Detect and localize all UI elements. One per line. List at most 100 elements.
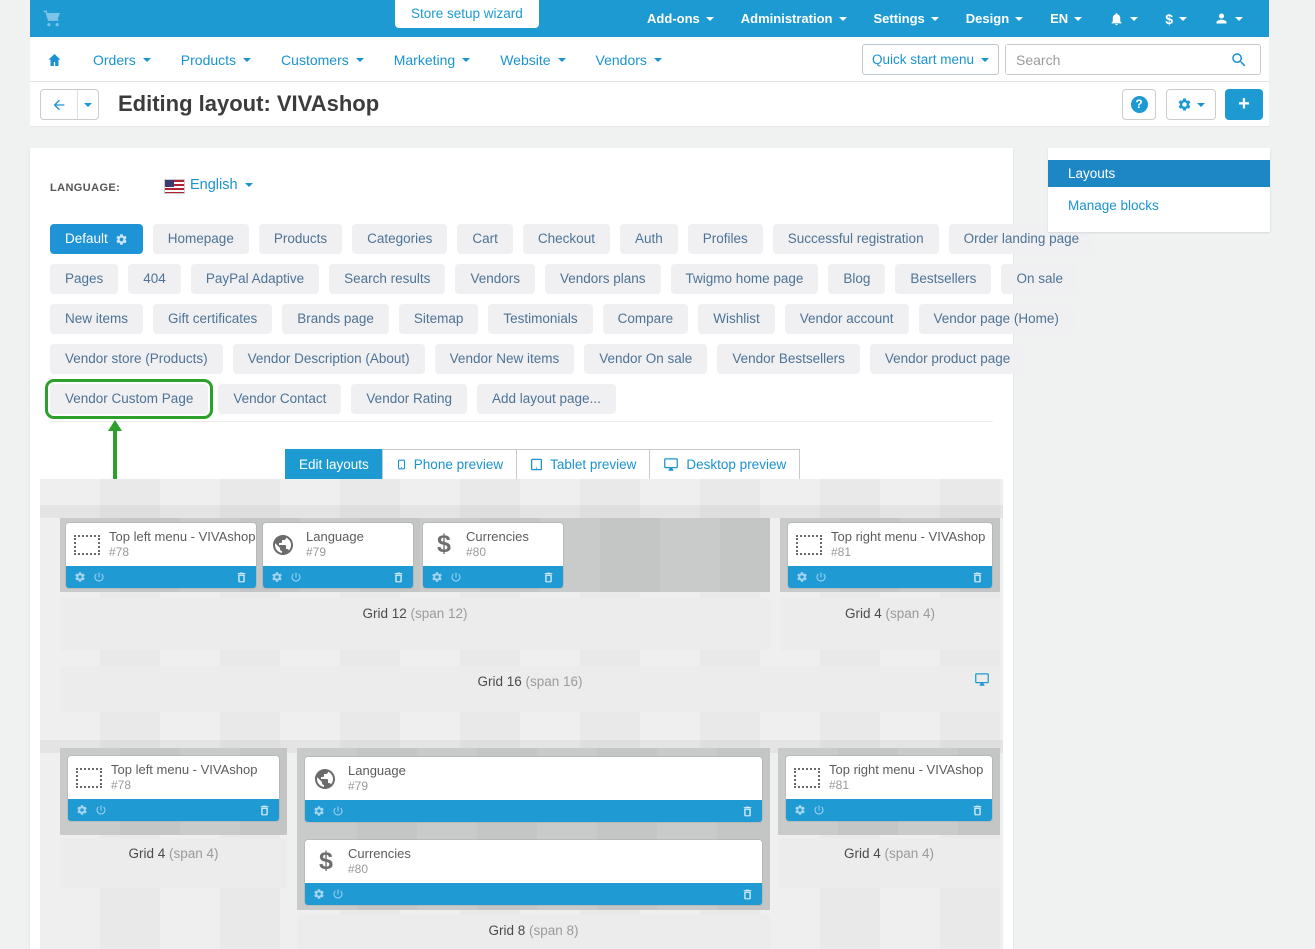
block-top-right-menu[interactable]: Top right menu - VIVAshop #81: [788, 523, 992, 588]
sidebar-item-layouts[interactable]: Layouts: [1048, 160, 1270, 187]
menu-addons[interactable]: Add-ons: [647, 11, 714, 26]
layout-page-tab[interactable]: On sale: [1001, 264, 1078, 294]
layout-page-tab-default[interactable]: Default: [50, 224, 143, 254]
layout-page-tab[interactable]: Search results: [329, 264, 445, 294]
block-settings-gear-icon[interactable]: [431, 571, 443, 583]
block-status-power-icon[interactable]: [290, 571, 302, 583]
nav-products[interactable]: Products: [181, 52, 251, 68]
block-top-left-menu[interactable]: Top left menu - VIVAshop #78: [66, 523, 256, 588]
block-currencies[interactable]: $ Currencies #80: [305, 840, 762, 905]
layout-page-tab[interactable]: 404: [128, 264, 181, 294]
layout-page-tab[interactable]: Vendors: [455, 264, 535, 294]
layout-page-tab[interactable]: Products: [259, 224, 342, 254]
add-layout-page-tab[interactable]: Add layout page...: [477, 384, 616, 414]
layout-page-tab[interactable]: Sitemap: [399, 304, 479, 334]
menu-administration[interactable]: Administration: [741, 11, 847, 26]
layout-page-tab[interactable]: Cart: [457, 224, 513, 254]
block-top-left-menu[interactable]: Top left menu - VIVAshop #78: [68, 756, 279, 821]
add-button[interactable]: +: [1225, 89, 1263, 120]
layout-page-tab[interactable]: Brands page: [282, 304, 389, 334]
nav-customers[interactable]: Customers: [281, 52, 364, 68]
storefront-cart-icon[interactable]: [42, 8, 66, 30]
layout-page-tab[interactable]: Homepage: [153, 224, 249, 254]
layout-page-tab[interactable]: Successful registration: [773, 224, 939, 254]
layout-page-tab[interactable]: Vendor New items: [435, 344, 575, 374]
block-settings-gear-icon[interactable]: [796, 571, 808, 583]
store-setup-wizard-button[interactable]: Store setup wizard: [395, 0, 539, 28]
menu-design[interactable]: Design: [966, 11, 1023, 26]
block-delete-trash-icon[interactable]: [258, 804, 271, 817]
layout-page-tab[interactable]: Vendor account: [785, 304, 909, 334]
layout-page-tab[interactable]: Twigmo home page: [671, 264, 819, 294]
block-currencies[interactable]: $ Currencies #80: [423, 523, 563, 588]
layout-page-tab[interactable]: Vendor Rating: [351, 384, 467, 414]
block-status-power-icon[interactable]: [815, 571, 827, 583]
block-delete-trash-icon[interactable]: [542, 571, 555, 584]
account-menu[interactable]: [1214, 11, 1243, 26]
block-status-power-icon[interactable]: [332, 805, 344, 817]
layout-page-tab[interactable]: Vendor On sale: [584, 344, 707, 374]
menu-settings[interactable]: Settings: [874, 11, 939, 26]
block-status-power-icon[interactable]: [95, 804, 107, 816]
block-delete-trash-icon[interactable]: [741, 888, 754, 901]
back-button[interactable]: [41, 90, 78, 119]
nav-orders[interactable]: Orders: [93, 52, 151, 68]
layout-page-tab[interactable]: Pages: [50, 264, 118, 294]
tab-desktop-preview[interactable]: Desktop preview: [649, 449, 800, 480]
block-settings-gear-icon[interactable]: [74, 571, 86, 583]
layout-page-tab[interactable]: Auth: [620, 224, 678, 254]
layout-page-tab[interactable]: Vendor product page: [870, 344, 1025, 374]
quick-start-menu-button[interactable]: Quick start menu: [862, 44, 999, 75]
nav-website[interactable]: Website: [500, 52, 565, 68]
layout-page-tab[interactable]: Categories: [352, 224, 447, 254]
block-settings-gear-icon[interactable]: [76, 804, 88, 816]
back-history-dropdown[interactable]: [78, 90, 98, 119]
block-status-power-icon[interactable]: [332, 888, 344, 900]
layout-page-tab[interactable]: Vendor Description (About): [233, 344, 425, 374]
block-delete-trash-icon[interactable]: [392, 571, 405, 584]
nav-vendors[interactable]: Vendors: [596, 52, 662, 68]
layout-page-tab[interactable]: Checkout: [523, 224, 610, 254]
block-status-power-icon[interactable]: [450, 571, 462, 583]
tab-edit-layouts[interactable]: Edit layouts: [285, 449, 383, 480]
notifications-menu[interactable]: [1109, 11, 1138, 27]
settings-gear-button[interactable]: [1166, 89, 1216, 120]
layout-page-tab[interactable]: Testimonials: [488, 304, 592, 334]
layout-page-tab[interactable]: PayPal Adaptive: [191, 264, 319, 294]
menu-language-en[interactable]: EN: [1050, 11, 1082, 26]
block-status-power-icon[interactable]: [93, 571, 105, 583]
block-delete-trash-icon[interactable]: [741, 805, 754, 818]
layout-page-tab[interactable]: Vendor Bestsellers: [717, 344, 860, 374]
block-settings-gear-icon[interactable]: [313, 888, 325, 900]
tab-tablet-preview[interactable]: Tablet preview: [516, 449, 650, 480]
block-top-right-menu[interactable]: Top right menu - VIVAshop #81: [786, 756, 992, 821]
block-delete-trash-icon[interactable]: [971, 571, 984, 584]
block-language[interactable]: Language #79: [263, 523, 413, 588]
layout-page-tab[interactable]: Profiles: [688, 224, 763, 254]
layout-page-tab[interactable]: Vendor store (Products): [50, 344, 223, 374]
sidebar-item-manage-blocks[interactable]: Manage blocks: [1048, 193, 1270, 219]
block-settings-gear-icon[interactable]: [313, 805, 325, 817]
search-submit-button[interactable]: [1230, 49, 1254, 71]
layout-page-tab[interactable]: Wishlist: [698, 304, 775, 334]
layout-page-tab[interactable]: Vendors plans: [545, 264, 661, 294]
layout-page-tab[interactable]: Gift certificates: [153, 304, 272, 334]
block-status-power-icon[interactable]: [813, 804, 825, 816]
block-delete-trash-icon[interactable]: [235, 571, 248, 584]
search-input[interactable]: [1006, 45, 1221, 74]
nav-marketing[interactable]: Marketing: [394, 52, 470, 68]
block-settings-gear-icon[interactable]: [794, 804, 806, 816]
block-language[interactable]: Language #79: [305, 757, 762, 822]
layout-page-tab-vendor-custom-page[interactable]: Vendor Custom Page: [50, 384, 208, 414]
block-delete-trash-icon[interactable]: [971, 804, 984, 817]
layout-page-tab[interactable]: Blog: [828, 264, 885, 294]
language-selector[interactable]: English: [190, 177, 253, 193]
tab-phone-preview[interactable]: Phone preview: [382, 449, 517, 480]
block-settings-gear-icon[interactable]: [271, 571, 283, 583]
layout-page-tab[interactable]: Bestsellers: [895, 264, 991, 294]
layout-page-tab[interactable]: New items: [50, 304, 143, 334]
layout-page-tab[interactable]: Vendor Contact: [218, 384, 341, 414]
home-icon[interactable]: [46, 52, 63, 68]
desktop-visibility-icon[interactable]: [974, 672, 990, 687]
layout-page-tab[interactable]: Compare: [603, 304, 689, 334]
